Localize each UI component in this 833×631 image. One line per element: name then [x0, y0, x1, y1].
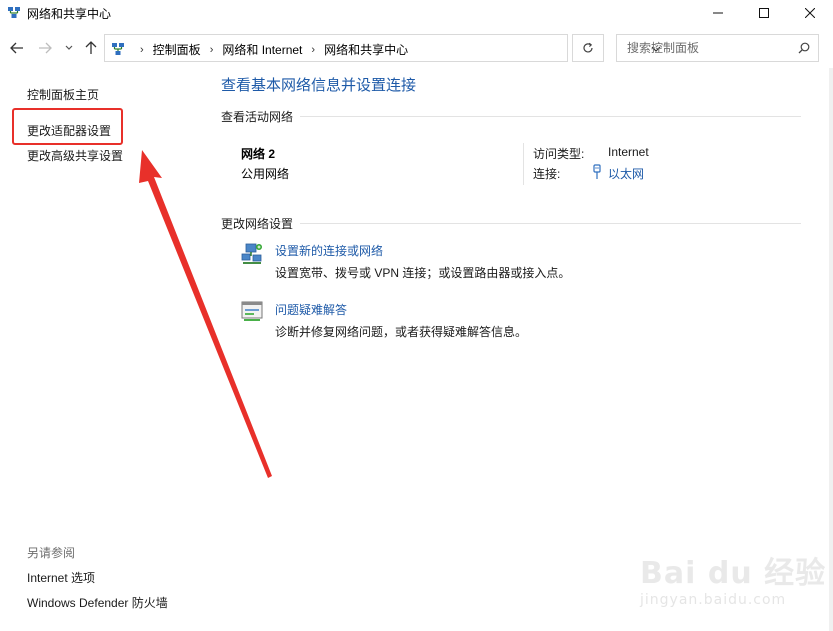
title-bar: 网络和共享中心 [0, 0, 833, 26]
watermark-text: Bai du 经验 [640, 556, 827, 591]
close-button[interactable] [787, 0, 833, 26]
address-bar[interactable]: › 控制面板 › 网络和 Internet › 网络和共享中心 [104, 34, 661, 62]
window-edge [829, 68, 833, 631]
breadcrumb-network-internet[interactable]: 网络和 Internet [222, 41, 302, 58]
see-also-windows-defender-firewall[interactable]: Windows Defender 防火墙 [27, 594, 168, 611]
connection-label: 连接: [533, 167, 561, 181]
breadcrumb-control-panel[interactable]: 控制面板 [153, 41, 201, 58]
setup-new-connection-description: 设置宽带、拨号或 VPN 连接；或设置路由器或接入点。 [275, 266, 571, 280]
minimize-icon [713, 12, 723, 14]
connection-ethernet-link[interactable]: 以太网 [608, 165, 644, 182]
arrow-up-icon [85, 41, 97, 54]
network-center-icon [8, 7, 20, 18]
back-button[interactable] [8, 38, 26, 58]
annotation-arrow [139, 150, 272, 478]
search-icon[interactable] [798, 42, 810, 54]
control-panel-icon [112, 43, 124, 55]
arrow-right-icon [39, 42, 52, 54]
troubleshoot-problems-description: 诊断并修复网络问题，或者获得疑难解答信息。 [275, 325, 528, 339]
forward-button[interactable] [36, 38, 54, 58]
sidebar-item-advanced-sharing-settings[interactable]: 更改高级共享设置 [27, 147, 123, 164]
troubleshoot-problems-link[interactable]: 问题疑难解答 [275, 301, 347, 318]
close-icon [805, 8, 815, 18]
recent-locations-button[interactable] [62, 38, 76, 58]
minimize-button[interactable] [695, 0, 741, 26]
see-also-internet-options[interactable]: Internet 选项 [27, 569, 95, 586]
access-type-label: 访问类型: [533, 147, 585, 161]
search-input[interactable] [617, 35, 792, 61]
divider [300, 223, 801, 224]
setup-new-connection-link[interactable]: 设置新的连接或网络 [275, 242, 383, 259]
troubleshoot-icon [241, 301, 263, 321]
up-button[interactable] [83, 38, 99, 58]
refresh-icon [583, 42, 593, 53]
change-settings-heading: 更改网络设置 [221, 217, 294, 231]
see-also-heading: 另请参阅 [27, 546, 76, 560]
search-box[interactable] [616, 34, 819, 62]
active-networks-heading: 查看活动网络 [221, 110, 294, 124]
breadcrumb-separator: › [209, 43, 214, 56]
watermark-url: jingyan.baidu.com [640, 592, 787, 608]
baidu-watermark: Bai du 经验 jingyan.baidu.com [640, 548, 828, 618]
divider [523, 143, 524, 185]
breadcrumb-separator: › [311, 43, 316, 56]
breadcrumb: › 控制面板 › 网络和 Internet › 网络和共享中心 [131, 41, 408, 58]
breadcrumb-separator: › [140, 43, 144, 56]
sidebar-item-change-adapter-settings[interactable]: 更改适配器设置 [27, 122, 111, 139]
chevron-down-icon [65, 45, 73, 50]
maximize-button[interactable] [741, 0, 787, 26]
navigation-bar: › 控制面板 › 网络和 Internet › 网络和共享中心 [0, 30, 833, 66]
refresh-button[interactable] [572, 34, 604, 62]
network-name: 网络 2 [241, 147, 276, 161]
new-connection-icon [241, 243, 262, 264]
ethernet-icon [593, 164, 601, 179]
sidebar-item-control-panel-home[interactable]: 控制面板主页 [27, 86, 99, 103]
maximize-icon [759, 8, 769, 18]
window-title: 网络和共享中心 [27, 7, 112, 21]
arrow-left-icon [10, 42, 23, 54]
access-type-value: Internet [608, 145, 649, 159]
divider [300, 116, 801, 117]
network-profile: 公用网络 [241, 167, 290, 181]
breadcrumb-network-sharing-center[interactable]: 网络和共享中心 [324, 41, 408, 58]
page-title: 查看基本网络信息并设置连接 [221, 77, 417, 94]
